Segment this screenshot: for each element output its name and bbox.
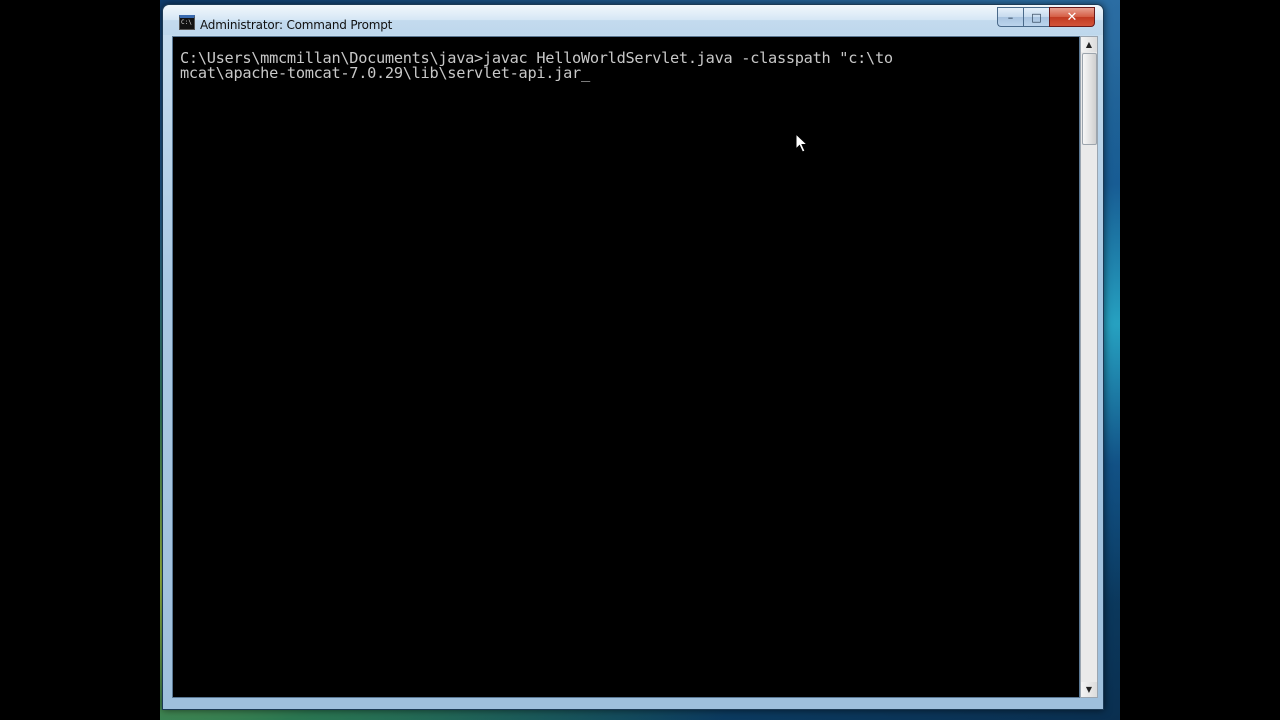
window-title: Administrator: Command Prompt — [200, 18, 393, 32]
desktop-background: C:\ Administrator: Command Prompt – □ ✕ … — [160, 0, 1120, 720]
console-text: C:\Users\mmcmillan\Documents\java>javac … — [180, 50, 1080, 82]
text-cursor: _ — [580, 64, 590, 82]
command-prompt-window[interactable]: C:\ Administrator: Command Prompt – □ ✕ … — [162, 4, 1104, 710]
scroll-up-arrow-icon[interactable]: ▲ — [1081, 37, 1097, 52]
title-bar[interactable]: C:\ Administrator: Command Prompt – □ ✕ — [163, 5, 1103, 35]
scroll-down-arrow-icon[interactable]: ▼ — [1081, 682, 1097, 697]
vertical-scrollbar[interactable]: ▲ ▼ — [1080, 36, 1098, 698]
maximize-button[interactable]: □ — [1023, 7, 1049, 27]
console-line-2: mcat\apache-tomcat-7.0.29\lib\servlet-ap… — [180, 64, 581, 82]
console-output-area[interactable]: C:\Users\mmcmillan\Documents\java>javac … — [172, 36, 1080, 698]
minimize-button[interactable]: – — [997, 7, 1023, 27]
window-controls: – □ ✕ — [997, 7, 1095, 27]
scroll-thumb[interactable] — [1082, 53, 1097, 145]
close-button[interactable]: ✕ — [1049, 7, 1095, 27]
mouse-pointer-icon — [795, 133, 809, 153]
cmd-icon[interactable]: C:\ — [179, 15, 195, 30]
